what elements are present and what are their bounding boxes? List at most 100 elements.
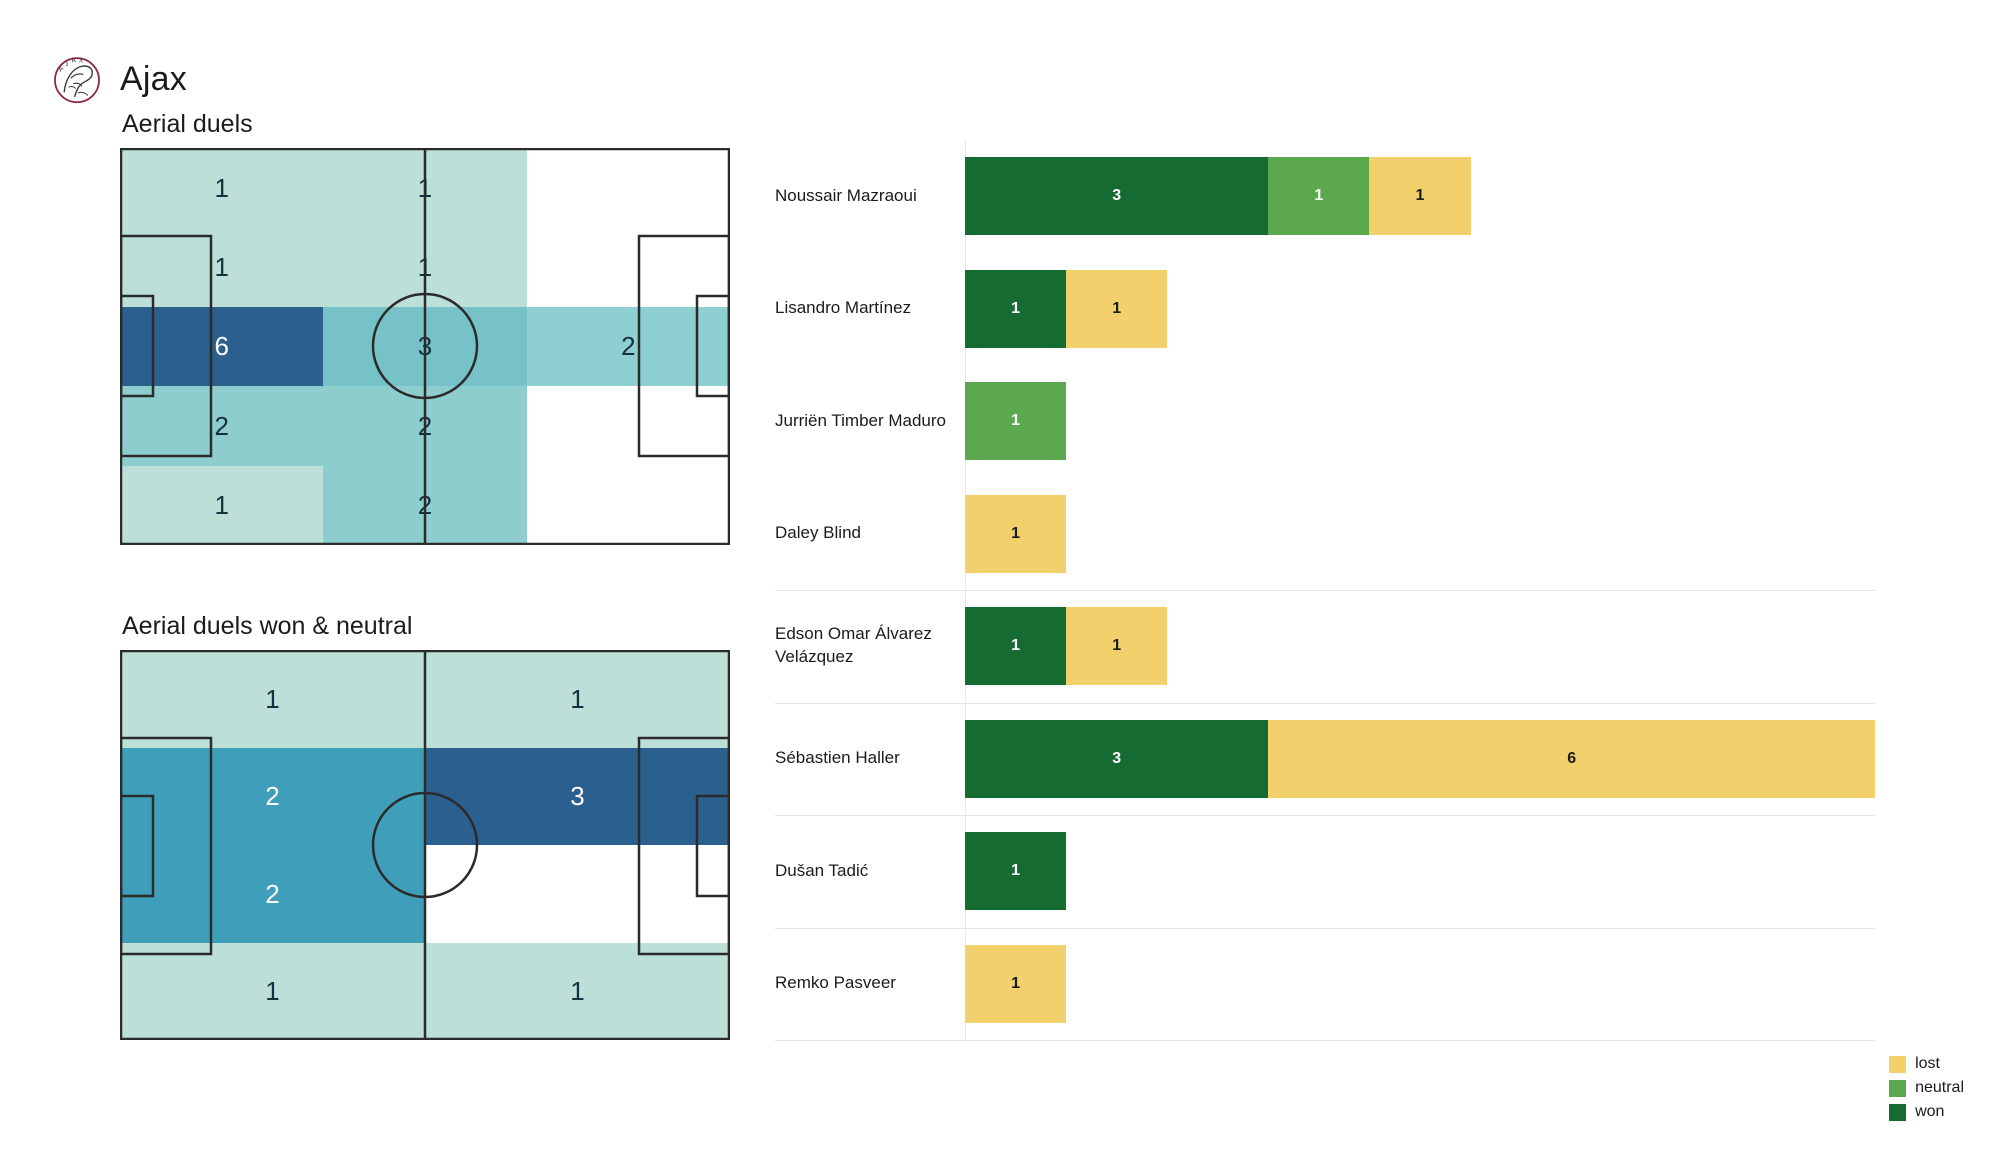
player-name-label: Daley Blind [775, 523, 861, 543]
bar-segment-won[interactable]: 1 [965, 269, 1067, 348]
heatmap-cell-value: 2 [214, 410, 229, 441]
legend-label: lost [1915, 1055, 1940, 1072]
bar-segment-lost[interactable]: 1 [1066, 607, 1168, 686]
heatmap-cell-value: 1 [570, 683, 585, 714]
bar-segment-lost[interactable]: 1 [965, 944, 1067, 1023]
bar-segment-value: 1 [1415, 187, 1425, 205]
heatmap-cell-value: 3 [570, 781, 585, 812]
bar-segment-value: 1 [1112, 637, 1122, 655]
bar-segment-value: 1 [1011, 299, 1020, 317]
bar-segment-value: 1 [1011, 412, 1020, 430]
heatmap-cell: 1 [120, 650, 425, 748]
bar-segment-won[interactable]: 3 [965, 157, 1269, 236]
player-name-label: Remko Pasveer [775, 973, 896, 993]
bar-segment-value: 6 [1567, 749, 1577, 767]
legend-swatch-icon [1889, 1079, 1907, 1097]
heatmap-cell: 2 [323, 465, 527, 545]
heatmap-cell: 2 [120, 845, 425, 943]
heatmap-cell: 3 [425, 747, 730, 845]
bar-segment-value: 1 [1112, 299, 1122, 317]
bar-segment-neutral[interactable]: 1 [1268, 157, 1370, 236]
chart-row-separator [775, 1040, 1875, 1041]
bar-segment-value: 3 [1112, 187, 1122, 205]
chart-legend: lost neutral won [1889, 1055, 1964, 1127]
player-name-label: Jurriën Timber Maduro [775, 410, 947, 430]
bar-segment-won[interactable]: 3 [965, 719, 1269, 798]
chart-row-separator [775, 702, 1875, 704]
player-name-label: Dušan Tadić [775, 860, 869, 880]
heatmap-cell [425, 845, 730, 943]
heatmap-cell: 2 [323, 386, 527, 466]
player-name-label: Noussair Mazraoui [775, 185, 917, 205]
legend-swatch-icon [1889, 1055, 1907, 1073]
legend-label: won [1915, 1103, 1945, 1120]
stacked-bar: 1 [965, 494, 1875, 573]
chart-row[interactable]: Sébastien Haller 3 6 [775, 719, 1875, 798]
chart-row[interactable]: Dušan Tadić 1 [775, 832, 1875, 911]
bar-segment-neutral[interactable]: 1 [965, 382, 1067, 461]
bar-segment-lost[interactable]: 1 [1066, 269, 1168, 348]
heatmap-cell-value: 1 [570, 976, 585, 1007]
legend-label: neutral [1915, 1079, 1964, 1096]
chart-row[interactable]: Daley Blind 1 [775, 494, 1875, 573]
legend-item[interactable]: lost [1889, 1055, 1964, 1073]
chart-row[interactable]: Edson Omar Álvarez Velázquez 1 1 [775, 607, 1875, 686]
stacked-bar: 1 [965, 944, 1875, 1023]
heatmap-cell [527, 227, 730, 306]
chart-row[interactable]: Remko Pasveer 1 [775, 944, 1875, 1023]
bar-segment-lost[interactable]: 6 [1268, 719, 1875, 798]
pitch-aerial-duels: 1 1 1 1 6 3 2 2 2 1 2 [120, 148, 730, 545]
stacked-bar: 1 [965, 832, 1875, 911]
ajax-crest-icon: A J A X [48, 50, 106, 108]
heatmap-cell-value: 1 [417, 172, 433, 203]
legend-item[interactable]: won [1889, 1103, 1964, 1121]
player-name-label: Sébastien Haller [775, 748, 900, 768]
heatmap-cell-value: 2 [265, 878, 280, 909]
heatmap-cell: 2 [120, 386, 324, 466]
heatmap-cell: 2 [526, 306, 730, 387]
bar-segment-lost[interactable]: 1 [965, 494, 1067, 573]
heatmap-cell: 2 [120, 747, 425, 845]
heatmap-cell: 1 [425, 650, 730, 748]
player-name-label: Lisandro Martínez [775, 298, 912, 318]
bar-segment-value: 1 [1011, 637, 1020, 655]
chart-row[interactable]: Noussair Mazraoui 3 1 1 [775, 157, 1875, 236]
heatmap-cell [527, 466, 730, 545]
heatmap-cell-value: 1 [214, 172, 229, 203]
heatmap-cell: 1 [120, 942, 425, 1040]
stacked-bar: 1 [965, 382, 1875, 461]
chart-row-separator [775, 927, 1875, 929]
chart-row-separator [775, 815, 1875, 816]
legend-item[interactable]: neutral [1889, 1079, 1964, 1097]
chart-row[interactable]: Jurriën Timber Maduro 1 [775, 382, 1875, 461]
bar-segment-won[interactable]: 1 [965, 607, 1067, 686]
player-name-label: Edson Omar Álvarez Velázquez [775, 624, 932, 667]
bar-segment-won[interactable]: 1 [965, 832, 1067, 911]
pitch-title-aerial-duels: Aerial duels [122, 110, 253, 138]
heatmap-cell-value: 1 [214, 252, 229, 283]
heatmap-cell [527, 386, 730, 465]
bar-segment-lost[interactable]: 1 [1369, 157, 1471, 236]
stacked-bar: 11 [965, 607, 1875, 686]
pitch-aerial-duels-won-neutral: 1 1 2 3 2 1 1 [120, 650, 730, 1040]
bar-segment-value: 1 [1314, 187, 1324, 205]
heatmap-cell-value: 1 [265, 976, 280, 1007]
stacked-bar: 3 1 1 [965, 157, 1875, 236]
heatmap-cell: 1 [323, 227, 527, 307]
stacked-bar: 36 [965, 719, 1875, 798]
stacked-bar: 11 [965, 269, 1875, 348]
heatmap-cell: 3 [323, 306, 527, 387]
team-name: Ajax [120, 59, 187, 98]
bar-segment-value: 1 [1011, 974, 1020, 992]
heatmap-cell-value: 1 [265, 683, 280, 714]
pitch-title-aerial-duels-won-neutral: Aerial duels won & neutral [122, 612, 413, 640]
bar-segment-value: 1 [1011, 862, 1020, 880]
bar-segment-value: 1 [1011, 524, 1020, 542]
heatmap-cell: 1 [425, 942, 730, 1040]
aerial-duels-bar-chart: Noussair Mazraoui 3 1 1 Lisandro Martínez 1 1 J… [775, 140, 1875, 1041]
heatmap-cell: 1 [120, 465, 324, 545]
heatmap-cell-value: 3 [417, 331, 433, 362]
chart-row[interactable]: Lisandro Martínez 1 1 [775, 269, 1875, 348]
heatmap-grid-aerial-duels-won-neutral: 1 1 2 3 2 1 1 [120, 650, 730, 1040]
heatmap-cell-value: 2 [621, 331, 636, 362]
